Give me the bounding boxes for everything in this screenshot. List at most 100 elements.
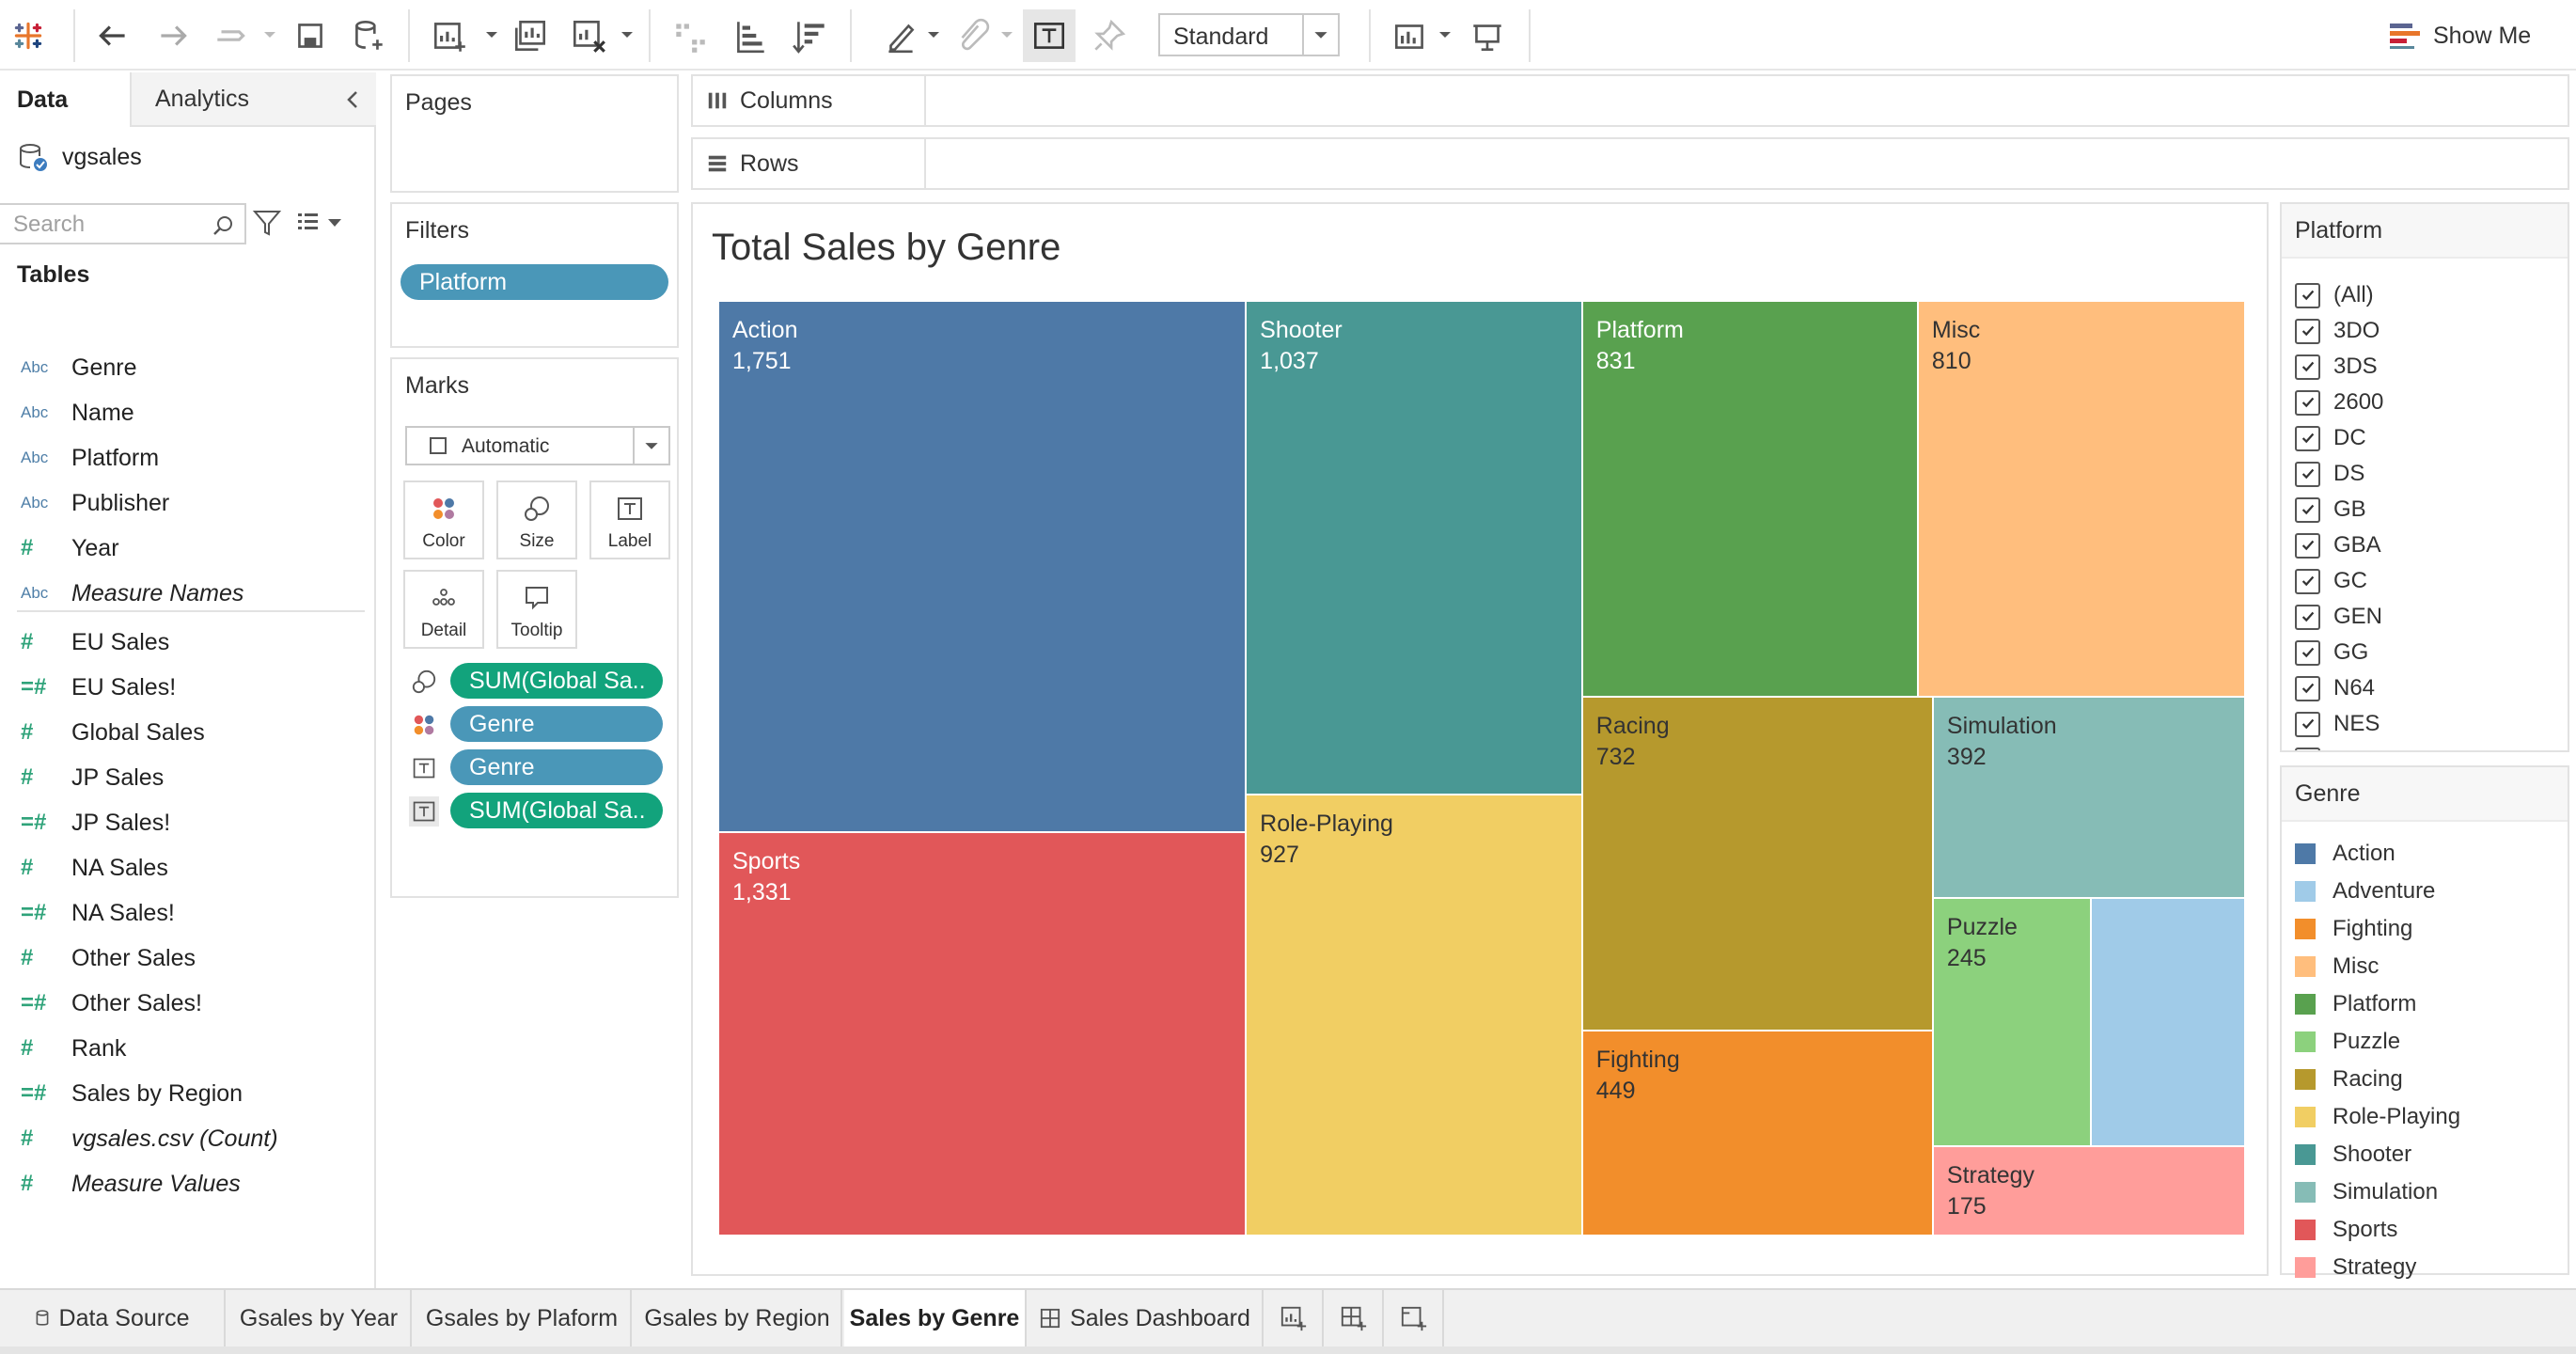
treemap-tile-role-playing[interactable]: Role-Playing 927 (1246, 794, 1582, 1236)
checkbox-checked-icon[interactable] (2295, 747, 2320, 750)
chevron-down-icon[interactable] (998, 26, 1015, 43)
field-na-sales[interactable]: # NA Sales (0, 849, 367, 887)
legend-item[interactable]: Role-Playing (2295, 1098, 2460, 1136)
platform-filter-item[interactable]: NES (2295, 706, 2380, 742)
field-name[interactable]: Abc Name (0, 394, 367, 432)
treemap-tile-misc[interactable]: Misc 810 (1917, 301, 2245, 698)
legend-item[interactable]: Simulation (2295, 1173, 2438, 1211)
platform-filter-item[interactable]: GG (2295, 635, 2368, 670)
chevron-down-icon[interactable] (1302, 15, 1338, 55)
platform-filter-item[interactable]: GEN (2295, 599, 2382, 635)
tab-sales-by-genre[interactable]: Sales by Genre (844, 1290, 1027, 1346)
rows-shelf[interactable]: Rows (691, 137, 2569, 190)
undo-icon[interactable] (86, 9, 139, 62)
treemap-tile-adventure[interactable] (2091, 897, 2245, 1146)
field-genre[interactable]: Abc Genre (0, 349, 367, 386)
annotate-icon[interactable] (946, 9, 998, 62)
sort-descending-icon[interactable] (784, 9, 837, 62)
checkbox-checked-icon[interactable] (2295, 532, 2320, 559)
swap-icon[interactable] (664, 9, 716, 62)
treemap-tile-shooter[interactable]: Shooter 1,037 (1246, 301, 1582, 795)
tab-gsales-by-region[interactable]: Gsales by Region (634, 1290, 842, 1346)
checkbox-checked-icon[interactable] (2295, 461, 2320, 487)
show-labels-icon[interactable] (1023, 9, 1076, 62)
marks-pill-color[interactable]: Genre (450, 706, 663, 742)
filters-card[interactable]: Filters Platform (390, 202, 679, 348)
clear-sheet-icon[interactable] (562, 9, 615, 62)
filter-pill-platform[interactable]: Platform (401, 264, 668, 300)
size-button[interactable]: Size (496, 480, 577, 559)
field-measure-names[interactable]: Abc Measure Names (0, 575, 367, 612)
platform-filter-item[interactable]: GC (2295, 563, 2367, 599)
legend-item[interactable]: Adventure (2295, 873, 2435, 910)
checkbox-checked-icon[interactable] (2295, 639, 2320, 666)
search-field[interactable] (0, 203, 246, 244)
platform-filter-item[interactable]: DS (2295, 456, 2364, 492)
field-vgsales-csv-count[interactable]: # vgsales.csv (Count) (0, 1120, 367, 1157)
platform-filter-item[interactable]: 2600 (2295, 385, 2383, 420)
treemap-tile-racing[interactable]: Racing 732 (1581, 697, 1933, 1031)
treemap-tile-strategy[interactable]: Strategy 175 (1932, 1145, 2245, 1236)
treemap-tile-platform[interactable]: Platform 831 (1581, 301, 1918, 698)
platform-filter-item[interactable]: (All) (2295, 277, 2374, 313)
treemap-tile-sports[interactable]: Sports 1,331 (718, 831, 1247, 1236)
datasource-row[interactable]: vgsales (17, 136, 142, 178)
label-button[interactable]: Label (589, 480, 670, 559)
checkbox-checked-icon[interactable] (2295, 389, 2320, 416)
detail-button[interactable]: Detail (403, 570, 484, 649)
legend-item[interactable]: Fighting (2295, 910, 2412, 948)
field-other-sales[interactable]: # Other Sales (0, 939, 367, 977)
checkbox-checked-icon[interactable] (2295, 675, 2320, 701)
replay-icon[interactable] (205, 9, 258, 62)
new-worksheet-icon[interactable] (423, 9, 476, 62)
collapse-pane-icon[interactable] (342, 88, 365, 111)
tab-gsales-by-plaform[interactable]: Gsales by Plaform (414, 1290, 632, 1346)
platform-filter-item[interactable]: GBA (2295, 527, 2381, 563)
field-rank[interactable]: # Rank (0, 1030, 367, 1067)
chevron-down-icon[interactable] (483, 26, 500, 43)
columns-shelf[interactable]: Columns (691, 74, 2569, 127)
chevron-down-icon[interactable] (633, 428, 668, 464)
checkbox-checked-icon[interactable] (2295, 604, 2320, 630)
mark-type-select[interactable]: Automatic (405, 426, 670, 465)
treemap-tile-fighting[interactable]: Fighting 449 (1581, 1031, 1933, 1236)
platform-filter-item[interactable]: 3DS (2295, 349, 2378, 385)
legend-item[interactable]: Misc (2295, 948, 2379, 985)
treemap-tile-puzzle[interactable]: Puzzle 245 (1932, 897, 2091, 1146)
checkbox-checked-icon[interactable] (2295, 496, 2320, 523)
view-options-icon[interactable] (296, 210, 345, 236)
treemap-tile-action[interactable]: Action 1,751 (718, 301, 1247, 832)
tab-data-source[interactable]: Data Source (0, 1290, 226, 1346)
marks-pill-label-sum[interactable]: SUM(Global Sa.. (450, 793, 663, 828)
redo-icon[interactable] (147, 9, 199, 62)
checkbox-checked-icon[interactable] (2295, 425, 2320, 451)
view-mode-select[interactable]: Standard (1158, 13, 1340, 56)
legend-item[interactable]: Racing (2295, 1061, 2403, 1098)
new-datasource-icon[interactable] (342, 9, 395, 62)
legend-item[interactable]: Sports (2295, 1211, 2397, 1249)
chevron-down-icon[interactable] (261, 26, 278, 43)
chevron-down-icon[interactable] (925, 26, 942, 43)
pin-icon[interactable] (1083, 9, 1136, 62)
tab-analytics[interactable]: Analytics (130, 72, 376, 127)
checkbox-checked-icon[interactable] (2295, 711, 2320, 737)
chevron-down-icon[interactable] (1437, 26, 1453, 43)
sort-ascending-icon[interactable] (724, 9, 777, 62)
tab-data[interactable]: Data (0, 72, 129, 127)
treemap-tile-simulation[interactable]: Simulation 392 (1932, 697, 2245, 898)
legend-item[interactable]: Strategy (2295, 1249, 2416, 1286)
marks-pill-label[interactable]: Genre (450, 749, 663, 785)
field-year[interactable]: # Year (0, 529, 367, 567)
field-eu-sales[interactable]: =# EU Sales! (0, 669, 367, 706)
field-measure-values[interactable]: # Measure Values (0, 1165, 367, 1203)
platform-filter-item[interactable]: NG (2295, 742, 2367, 750)
field-na-sales[interactable]: =# NA Sales! (0, 894, 367, 932)
field-platform[interactable]: Abc Platform (0, 439, 367, 477)
marks-pill-size[interactable]: SUM(Global Sa.. (450, 663, 663, 699)
duplicate-icon[interactable] (504, 9, 557, 62)
new-worksheet-button[interactable] (1265, 1290, 1324, 1346)
color-button[interactable]: Color (403, 480, 484, 559)
field-sales-by-region[interactable]: =# Sales by Region (0, 1075, 367, 1112)
tooltip-button[interactable]: Tooltip (496, 570, 577, 649)
field-jp-sales[interactable]: =# JP Sales! (0, 804, 367, 842)
